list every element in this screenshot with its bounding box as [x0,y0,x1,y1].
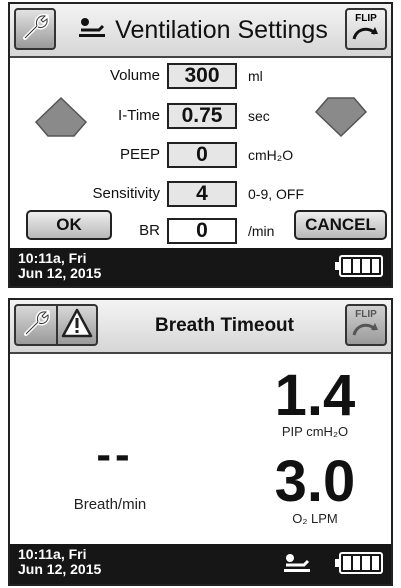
footer-date: Jun 12, 2015 [18,561,102,577]
footer-date: Jun 12, 2015 [18,265,102,281]
volume-label: Volume [109,67,160,84]
footer-time: 10:11a, Fri [18,250,87,266]
flip-icon [351,24,381,47]
pip-label: PIP cmH₂O [281,424,349,439]
battery-icon [335,552,383,574]
breath-timeout-screen: Breath Timeout FLIP -- Breath/min 1.4 PI… [8,298,393,586]
page-title-bar: Breath Timeout [102,300,347,352]
br-label: BR [139,222,160,239]
peep-value[interactable]: 0 [167,142,237,168]
itime-label: I-Time [118,107,160,124]
ventilation-settings-screen: Ventilation Settings FLIP Volume 300 ml … [8,2,393,288]
flip-button[interactable]: FLIP [345,304,387,346]
patient-icon [77,16,107,45]
breath-rate-label: Breath/min [73,496,147,513]
o2-label: O₂ LPM [292,511,338,526]
warning-icon [61,308,93,343]
sensitivity-unit: 0-9, OFF [248,186,305,202]
battery-icon [335,255,383,277]
status-bar: 10:11a, Fri Jun 12, 2015 [10,544,391,584]
status-bar: 10:11a, Fri Jun 12, 2015 [10,248,391,286]
wrench-icon [19,11,51,48]
sensitivity-label: Sensitivity [92,185,160,202]
page-title-bar: Ventilation Settings [60,4,345,56]
flip-label: FLIP [355,12,377,24]
arrow-down-icon [314,97,368,138]
wrench-button[interactable] [14,304,56,346]
peep-unit: cmH₂O [248,147,294,163]
o2-value: 3.0 [274,449,356,514]
wrench-icon [20,307,52,344]
footer-time: 10:11a, Fri [18,546,87,562]
flip-label: FLIP [355,308,377,320]
title-bar: Breath Timeout FLIP [10,300,391,354]
arrow-down-button[interactable] [314,96,368,138]
peep-label: PEEP [119,146,160,163]
page-title: Breath Timeout [154,315,294,336]
volume-value[interactable]: 300 [167,63,237,89]
clock: 10:11a, Fri Jun 12, 2015 [18,251,101,281]
breath-rate-value: -- [96,430,134,479]
title-bar: Ventilation Settings FLIP [10,4,391,58]
br-unit: /min [248,223,275,239]
pip-value: 1.4 [274,363,356,428]
flip-button[interactable]: FLIP [345,8,387,50]
itime-value[interactable]: 0.75 [167,103,237,129]
wrench-button[interactable] [14,8,56,50]
br-value[interactable]: 0 [167,218,237,244]
warning-button[interactable] [56,304,98,346]
clock: 10:11a, Fri Jun 12, 2015 [18,547,101,577]
itime-unit: sec [248,108,270,124]
sensitivity-value[interactable]: 4 [167,181,237,207]
cancel-button[interactable]: CANCEL [294,210,387,240]
patient-icon [282,552,312,579]
volume-unit: ml [248,68,263,84]
page-title: Ventilation Settings [115,15,328,44]
flip-icon [351,320,381,343]
